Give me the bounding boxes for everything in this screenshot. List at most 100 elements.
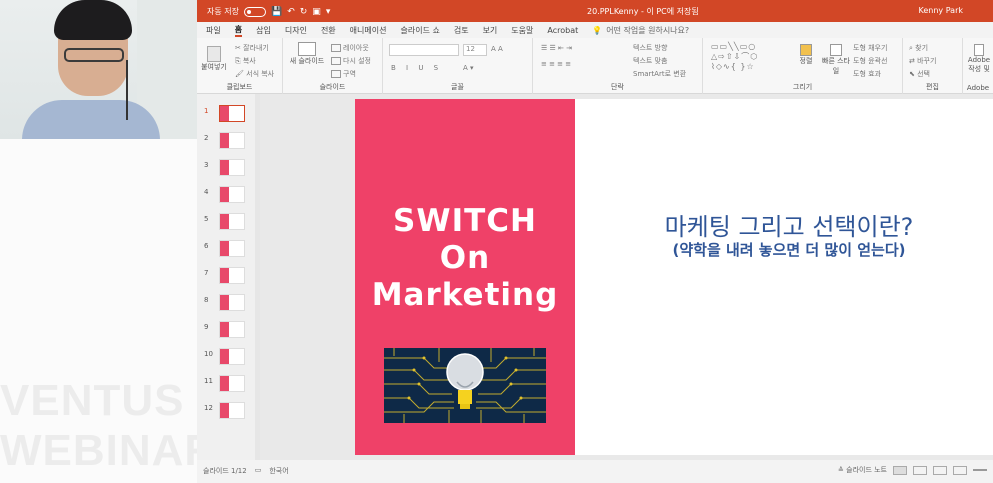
smartart-button[interactable]: SmartArt로 변환 (633, 69, 686, 79)
notes-button[interactable]: ≙ 슬라이드 노트 (838, 465, 887, 475)
tab-design[interactable]: 디자인 (285, 25, 307, 36)
title-bar: 자동 저장 💾 ↶ ↻ ▣ ▾ 20.PPLKenny - 이 PC에 저장됨 … (197, 0, 993, 22)
adobe-label: Adobe (966, 84, 990, 92)
shapes-gallery[interactable]: ▭▭╲╲▭○ △⇨⇧⇩⌒⬡ ⌇◇∿{ }☆ (711, 42, 758, 71)
tab-slideshow[interactable]: 슬라이드 쇼 (400, 25, 439, 36)
format-painter-button[interactable]: 🖌 서식 복사 (235, 69, 274, 79)
quick-styles-button[interactable]: 빠른 스타일 (821, 44, 851, 76)
layout-button[interactable]: 레이아웃 (331, 43, 369, 53)
arrange-button[interactable]: 정렬 (793, 44, 819, 66)
window-title: 20.PPLKenny - 이 PC에 저장됨 (587, 7, 699, 16)
paste-button[interactable]: 붙여넣기 (201, 46, 227, 72)
font-style-buttons[interactable]: B I U S (391, 64, 442, 72)
tab-insert[interactable]: 삽입 (256, 25, 271, 36)
slide-subheading: (약학을 내려 놓으면 더 많이 얻는다) (672, 241, 906, 259)
thumbnail-1[interactable]: 1 (197, 102, 259, 126)
grow-font-icon[interactable]: A A (491, 45, 503, 53)
user-name[interactable]: Kenny Park (919, 6, 963, 15)
slide-heading: 마케팅 그리고 선택이란? (664, 213, 914, 241)
watermark-line-1: VENTUS (0, 376, 185, 425)
drawing-label: 그리기 (792, 83, 813, 91)
layout-icon (331, 44, 341, 52)
thumbnail-5[interactable]: 5 (197, 210, 259, 234)
arrange-icon (800, 44, 812, 56)
new-slide-icon (298, 42, 316, 56)
undo-icon[interactable]: ↶ (287, 7, 295, 17)
search-icon: ⌕ (909, 44, 913, 52)
adobe-group: Adobe 작성 및 Adobe (963, 38, 993, 94)
paragraph-group: ☰ ☰ ⇤ ⇥ ≡ ≡ ≡ ≡ 텍스트 방향 텍스트 맞춤 SmartArt로 … (533, 38, 703, 94)
lightbulb-icon: 💡 (592, 25, 603, 35)
thumbnail-10[interactable]: 10 (197, 345, 259, 369)
select-button[interactable]: ⬉ 선택 (909, 69, 930, 79)
tab-help[interactable]: 도움말 (511, 25, 533, 36)
autosave-toggle[interactable] (243, 6, 266, 17)
reset-icon (331, 57, 341, 65)
drawing-group: ▭▭╲╲▭○ △⇨⇧⇩⌒⬡ ⌇◇∿{ }☆ 정렬 빠른 스타일 도형 채우기 도형 … (703, 38, 903, 94)
thumbnail-4[interactable]: 4 (197, 183, 259, 207)
thumbnail-8[interactable]: 8 (197, 291, 259, 315)
ribbon: 붙여넣기 ✂ 잘라내기 ⎘ 복사 🖌 서식 복사 클립보드 새 슬라이드 레이아… (197, 38, 993, 94)
reading-view-button[interactable] (933, 465, 947, 475)
cut-button[interactable]: ✂ 잘라내기 (235, 43, 269, 53)
slide-counter: 슬라이드 1/12 (203, 467, 247, 475)
thumbnail-6[interactable]: 6 (197, 237, 259, 261)
font-label: 글꼴 (451, 83, 464, 91)
section-icon (331, 70, 341, 78)
adobe-button[interactable]: Adobe 작성 및 (965, 44, 993, 74)
presenter-hair (54, 0, 132, 40)
slide-canvas: SWITCH On Marketing 마케팅 그리고 선택이란? (약학을 내… (260, 94, 993, 460)
tab-home[interactable]: 홈 (234, 24, 243, 37)
shape-fill-button[interactable]: 도형 채우기 (853, 43, 887, 53)
shape-effects-button[interactable]: 도형 효과 (853, 69, 881, 79)
replace-button[interactable]: ⇄ 바꾸기 (909, 56, 936, 66)
zoom-slider[interactable] (973, 469, 987, 471)
styles-icon (830, 44, 842, 56)
save-icon[interactable]: 💾 (271, 7, 282, 17)
bullets-icon[interactable]: ☰ ☰ ⇤ ⇥ (541, 44, 572, 52)
copy-icon: ⎘ (235, 57, 241, 65)
proofing-icon[interactable]: ▭ (255, 466, 262, 476)
new-slide-button[interactable]: 새 슬라이드 (287, 42, 327, 66)
customize-toolbar-icon[interactable]: ▾ (326, 7, 331, 17)
font-size-field[interactable]: 12 (463, 44, 487, 56)
text-direction-button[interactable]: 텍스트 방향 (633, 43, 667, 53)
section-button[interactable]: 구역 (331, 69, 356, 79)
find-button[interactable]: ⌕ 찾기 (909, 43, 928, 53)
present-icon[interactable]: ▣ (312, 7, 321, 17)
tab-acrobat[interactable]: Acrobat (547, 26, 578, 35)
tab-transitions[interactable]: 전환 (321, 25, 336, 36)
tab-review[interactable]: 검토 (454, 25, 469, 36)
tab-view[interactable]: 보기 (483, 25, 498, 36)
watermark-line-2: WEBINAR (0, 426, 218, 475)
tab-animations[interactable]: 애니메이션 (350, 25, 387, 36)
shape-outline-button[interactable]: 도형 윤곽선 (853, 56, 887, 66)
thumbnail-9[interactable]: 9 (197, 318, 259, 342)
align-text-button[interactable]: 텍스트 맞춤 (633, 56, 667, 66)
copy-button[interactable]: ⎘ 복사 (235, 56, 256, 66)
thumbnail-12[interactable]: 12 (197, 399, 259, 423)
current-slide[interactable]: SWITCH On Marketing 마케팅 그리고 선택이란? (약학을 내… (355, 99, 993, 455)
webcam-video (0, 0, 197, 139)
language-indicator[interactable]: 한국어 (269, 466, 288, 476)
tell-me-box[interactable]: 💡 어떤 작업을 원하시나요? (592, 25, 689, 36)
thumbnail-3[interactable]: 3 (197, 156, 259, 180)
align-icon[interactable]: ≡ ≡ ≡ ≡ (541, 60, 571, 68)
status-bar: 슬라이드 1/12 ▭ 한국어 ≙ 슬라이드 노트 (197, 460, 993, 483)
slide-title-line-3: Marketing (371, 277, 559, 313)
thumbnail-2[interactable]: 2 (197, 129, 259, 153)
font-name-field[interactable] (389, 44, 459, 56)
slide-sorter-button[interactable] (913, 465, 927, 475)
thumbnail-11[interactable]: 11 (197, 372, 259, 396)
tab-file[interactable]: 파일 (206, 25, 221, 36)
slides-label: 슬라이드 (319, 83, 346, 91)
replace-icon: ⇄ (909, 57, 915, 65)
font-color-icon[interactable]: A ▾ (463, 64, 474, 72)
cursor-icon: ⬉ (909, 70, 915, 78)
slideshow-view-button[interactable] (953, 465, 967, 475)
thumbnail-7[interactable]: 7 (197, 264, 259, 288)
redo-icon[interactable]: ↻ (300, 7, 308, 17)
normal-view-button[interactable] (893, 465, 907, 475)
lightbulb-circuit-image (384, 348, 546, 423)
reset-button[interactable]: 다시 설정 (331, 56, 371, 66)
